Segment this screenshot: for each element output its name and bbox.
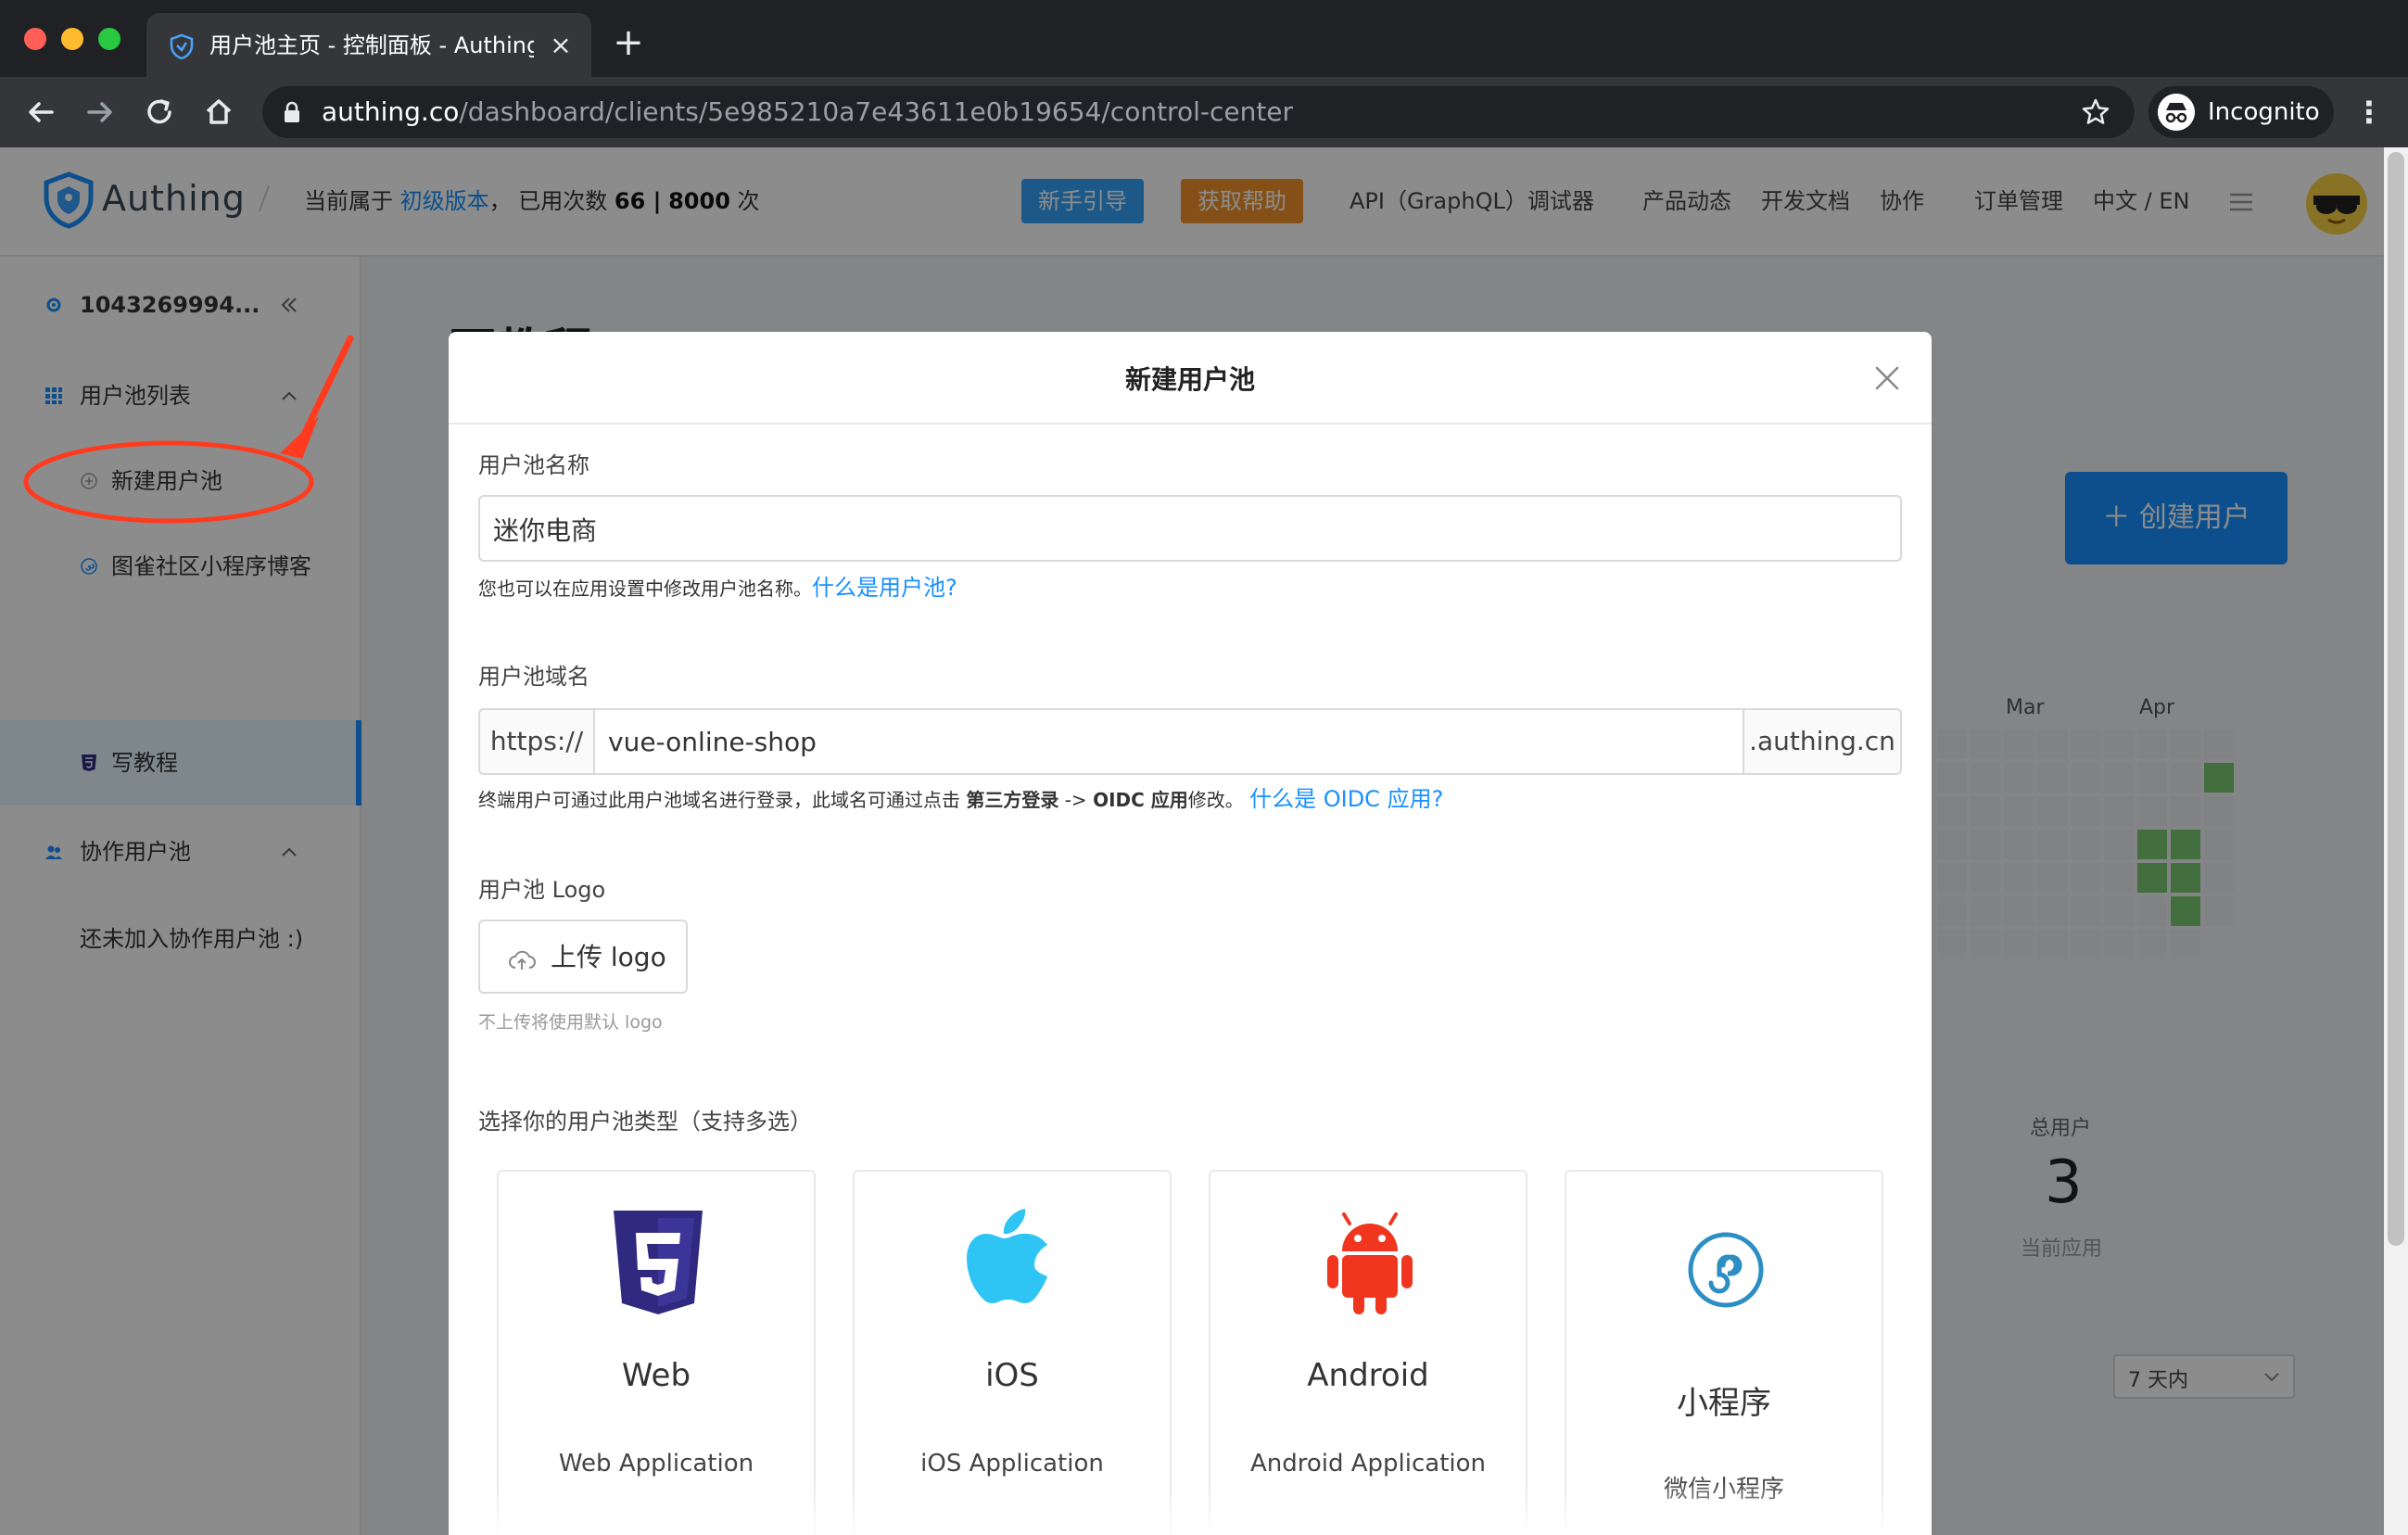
browser-toolbar: authing.co/dashboard/clients/5e985210a7e… — [0, 77, 2408, 147]
type-card-android[interactable]: Android Android Application — [1209, 1170, 1527, 1535]
type-card-miniprogram[interactable]: 小程序 微信小程序 — [1565, 1170, 1883, 1535]
what-is-oidc-link[interactable]: 什么是 OIDC 应用? — [1249, 786, 1443, 812]
pool-name-hint: 您也可以在应用设置中修改用户池名称。什么是用户池? — [478, 575, 957, 601]
modal-header: 新建用户池 — [449, 332, 1932, 425]
apple-icon — [967, 1209, 1047, 1303]
domain-suffix: .authing.cn — [1743, 710, 1900, 773]
pool-logo-label: 用户池 Logo — [478, 877, 606, 903]
domain-prefix: https:// — [480, 710, 595, 773]
new-tab-button[interactable]: + — [612, 24, 645, 61]
android-icon — [1327, 1212, 1413, 1314]
html5-icon — [614, 1211, 703, 1314]
page-scrollbar-thumb[interactable] — [2388, 152, 2404, 1246]
upload-cloud-icon — [509, 950, 536, 970]
close-icon[interactable] — [1872, 363, 1902, 393]
upload-logo-button[interactable]: 上传 logo — [478, 920, 688, 994]
browser-menu-icon[interactable]: ⋮ — [2354, 94, 2384, 131]
pool-type-label: 选择你的用户池类型（支持多选） — [478, 1109, 812, 1135]
pool-domain-hint: 终端用户可通过此用户池域名进行登录，此域名可通过点击 第三方登录 -> OIDC… — [478, 786, 1444, 812]
browser-tab-strip: 用户池主页 - 控制面板 - Authing × + — [0, 0, 2408, 77]
tab-close-icon[interactable]: × — [547, 32, 575, 59]
back-arrow-icon[interactable] — [22, 94, 59, 131]
address-bar[interactable]: authing.co/dashboard/clients/5e985210a7e… — [262, 86, 2135, 138]
pool-domain-input[interactable] — [608, 722, 1720, 761]
window-maximize-button[interactable] — [98, 28, 120, 50]
modal-title: 新建用户池 — [1124, 364, 1255, 395]
browser-tab-active[interactable]: 用户池主页 - 控制面板 - Authing × — [146, 13, 591, 77]
window-close-button[interactable] — [24, 28, 46, 50]
pool-name-label: 用户池名称 — [478, 452, 589, 478]
type-card-ios[interactable]: iOS iOS Application — [853, 1170, 1172, 1535]
pool-domain-label: 用户池域名 — [478, 664, 589, 690]
incognito-icon — [2158, 94, 2195, 131]
logo-hint: 不上传将使用默认 logo — [478, 1012, 663, 1033]
pool-name-input[interactable] — [493, 510, 1883, 549]
reload-icon[interactable] — [141, 94, 178, 131]
miniprogram-icon — [1688, 1232, 1764, 1308]
type-card-web[interactable]: Web Web Application — [497, 1170, 816, 1535]
incognito-badge[interactable]: Incognito — [2148, 86, 2334, 138]
tab-title: 用户池主页 - 控制面板 - Authing — [209, 32, 534, 58]
incognito-label: Incognito — [2208, 98, 2320, 126]
bookmark-star-icon[interactable] — [2081, 97, 2110, 127]
pool-name-field[interactable] — [478, 495, 1902, 562]
window-minimize-button[interactable] — [61, 28, 83, 50]
pool-domain-field[interactable]: https:// .authing.cn — [478, 708, 1902, 775]
home-icon[interactable] — [200, 94, 237, 131]
what-is-pool-link[interactable]: 什么是用户池? — [812, 575, 957, 601]
lock-icon — [285, 101, 299, 122]
modal-bottom-fade — [449, 1481, 1932, 1535]
authing-favicon-icon — [170, 33, 194, 59]
forward-arrow-icon[interactable] — [82, 94, 119, 131]
new-pool-modal: 新建用户池 用户池名称 您也可以在应用设置中修改用户池名称。什么是用户池? 用户… — [449, 332, 1932, 1535]
url-text: authing.co/dashboard/clients/5e985210a7e… — [322, 96, 1294, 127]
